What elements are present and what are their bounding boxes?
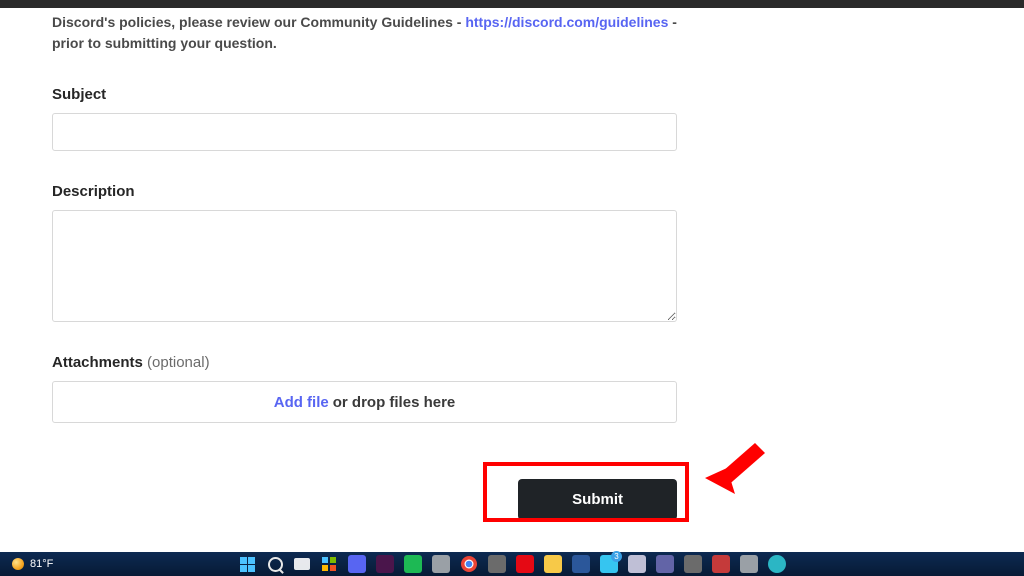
policy-text-a: Discord's policies, please review our Co… [52,14,465,30]
taskbar-app-chrome[interactable] [460,555,478,573]
policy-text: Discord's policies, please review our Co… [52,12,677,54]
taskbar-app-explorer[interactable] [544,555,562,573]
description-textarea[interactable] [52,210,677,322]
windows-taskbar[interactable]: 81°F 3 [0,552,1024,576]
windows-icon [240,557,255,572]
submit-row: Submit [52,479,677,520]
add-file-link[interactable]: Add file [274,394,329,411]
annotation-arrow-icon [695,438,775,508]
start-button[interactable] [238,555,256,573]
search-icon [268,557,283,572]
taskbar-center-icons: 3 [238,552,786,576]
attachments-optional: (optional) [147,354,210,371]
attachments-label-text: Attachments [52,354,143,371]
browser-top-bar [0,0,1024,8]
subject-label: Subject [52,86,677,103]
guidelines-link[interactable]: https://discord.com/guidelines [465,14,668,30]
taskbar-app-16[interactable] [768,555,786,573]
taskbar-app-6[interactable] [488,555,506,573]
support-form: Discord's policies, please review our Co… [52,8,677,520]
taskbar-app-netflix[interactable] [516,555,534,573]
attachments-label: Attachments (optional) [52,354,677,371]
search-button[interactable] [266,555,284,573]
taskbar-app-2[interactable] [376,555,394,573]
taskbar-app-word[interactable] [572,555,590,573]
taskbar-app-discord[interactable] [348,555,366,573]
taskbar-app-14[interactable] [712,555,730,573]
chrome-icon [460,555,478,573]
task-view-button[interactable] [294,558,310,570]
description-label: Description [52,183,677,200]
submit-button[interactable]: Submit [518,479,677,520]
drop-files-text: or drop files here [333,394,456,411]
attachments-dropzone[interactable]: Add file or drop files here [52,381,677,423]
page-content: Discord's policies, please review our Co… [0,8,1024,552]
taskbar-app-13[interactable] [684,555,702,573]
taskbar-app-4[interactable] [432,555,450,573]
taskbar-app-edge[interactable]: 3 [600,555,618,573]
notification-badge: 3 [611,551,622,562]
taskbar-weather[interactable]: 81°F [0,558,53,570]
widgets-icon [320,555,338,573]
weather-icon [12,558,24,570]
taskbar-app-15[interactable] [740,555,758,573]
temperature-text: 81°F [30,558,53,570]
taskbar-app-11[interactable] [628,555,646,573]
taskbar-app-spotify[interactable] [404,555,422,573]
taskbar-app-12[interactable] [656,555,674,573]
subject-input[interactable] [52,113,677,151]
widgets-button[interactable] [320,555,338,573]
